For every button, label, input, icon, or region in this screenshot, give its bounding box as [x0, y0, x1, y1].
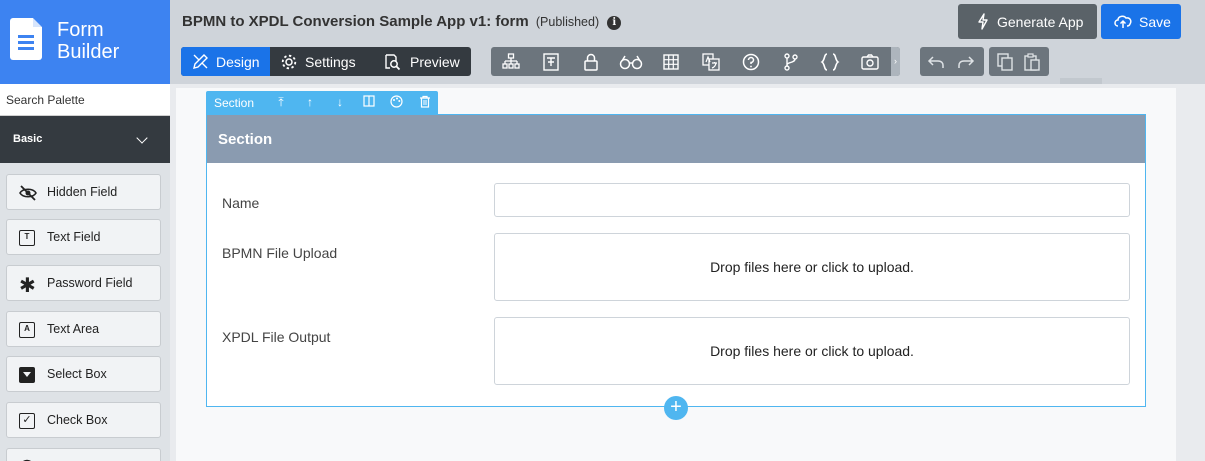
- tab-design[interactable]: Design: [181, 47, 270, 76]
- field-label-bpmn-upload: BPMN File Upload: [222, 245, 338, 261]
- help-icon[interactable]: [741, 52, 761, 72]
- select-box-icon: [19, 367, 35, 383]
- braces-icon[interactable]: [819, 52, 841, 72]
- right-rail: [1176, 84, 1205, 461]
- lock-icon[interactable]: [581, 52, 601, 72]
- mode-tabs: Design Settings Preview: [181, 47, 471, 76]
- palette-item-select-box[interactable]: Select Box: [6, 356, 161, 392]
- palette-item-hidden-field[interactable]: Hidden Field: [6, 174, 161, 210]
- palette-item-label: Select Box: [47, 367, 107, 381]
- copy-icon[interactable]: [995, 52, 1015, 72]
- form-document-icon: [10, 18, 42, 60]
- status-badge: (Published): [535, 15, 600, 29]
- branch-icon[interactable]: [781, 52, 801, 72]
- text-field-icon: T: [19, 230, 35, 246]
- move-to-top-icon[interactable]: ⤒: [274, 95, 288, 109]
- palette-item-password-field[interactable]: ✱ Password Field: [6, 265, 161, 301]
- top-bar: BPMN to XPDL Conversion Sample App v1: f…: [170, 0, 1205, 84]
- eye-slash-icon: [19, 185, 37, 201]
- topbar-divider: [1060, 78, 1102, 84]
- form-title: BPMN to XPDL Conversion Sample App v1: f…: [182, 13, 529, 30]
- palette-item-label: Check Box: [47, 413, 108, 427]
- palette-item-text-area[interactable]: A Text Area: [6, 311, 161, 347]
- palette-item-text-field[interactable]: T Text Field: [6, 219, 161, 255]
- lightning-icon: [978, 13, 988, 30]
- tab-preview[interactable]: Preview: [370, 47, 471, 76]
- columns-icon[interactable]: [362, 95, 376, 109]
- gear-icon: [281, 54, 297, 70]
- section-toolbar-label: Section: [214, 96, 255, 110]
- save-label: Save: [1139, 14, 1171, 30]
- copy-paste-group: [989, 47, 1049, 76]
- section-toolbar: Section ⤒ ↑ ↓: [206, 91, 438, 114]
- tab-design-label: Design: [216, 54, 260, 70]
- palette-item-radio[interactable]: [6, 448, 161, 461]
- preview-magnifier-icon: [385, 54, 401, 71]
- undo-icon[interactable]: [926, 52, 946, 72]
- check-box-icon: ✓: [19, 413, 35, 429]
- tool-bar: ›: [491, 47, 900, 76]
- arrow-down-icon[interactable]: ↓: [333, 95, 347, 109]
- palette-item-label: Hidden Field: [47, 185, 118, 199]
- section-header: Section: [207, 115, 1145, 163]
- camera-icon[interactable]: [860, 52, 880, 72]
- brand-title-line2: Builder: [57, 41, 120, 63]
- palette-item-label: Text Area: [47, 322, 100, 336]
- tab-settings[interactable]: Settings: [270, 47, 370, 76]
- palette-item-label: Text Field: [47, 230, 101, 244]
- undo-redo-group: [920, 47, 984, 76]
- tab-settings-label: Settings: [305, 54, 356, 70]
- search-palette-input[interactable]: [0, 84, 170, 116]
- tab-preview-label: Preview: [410, 54, 460, 70]
- xpdl-file-dropzone[interactable]: Drop files here or click to upload.: [494, 317, 1130, 385]
- add-section-button[interactable]: +: [664, 396, 688, 420]
- brand-title-line1: Form: [57, 19, 104, 41]
- brand-title: Form Builder: [57, 19, 119, 63]
- palette-item-label: Password Field: [47, 276, 133, 290]
- cloud-upload-icon: [1114, 15, 1132, 28]
- arrow-up-icon[interactable]: ↑: [303, 95, 317, 109]
- chevron-down-icon: [136, 132, 148, 144]
- text-area-icon: A: [19, 322, 35, 338]
- palette-group-basic[interactable]: Basic: [0, 116, 170, 163]
- bpmn-file-dropzone[interactable]: Drop files here or click to upload.: [494, 233, 1130, 301]
- generate-app-label: Generate App: [997, 14, 1084, 30]
- binoculars-icon[interactable]: [619, 52, 643, 72]
- palette-style-icon[interactable]: [389, 95, 403, 109]
- redo-icon[interactable]: [956, 52, 976, 72]
- save-button[interactable]: Save: [1101, 4, 1181, 39]
- toolbar-scroll-right[interactable]: ›: [891, 47, 900, 76]
- name-input[interactable]: [494, 183, 1130, 217]
- field-label-name: Name: [222, 195, 260, 211]
- tree-icon[interactable]: [501, 52, 521, 72]
- page-title: BPMN to XPDL Conversion Sample App v1: f…: [182, 13, 622, 30]
- paste-icon[interactable]: [1022, 52, 1042, 72]
- palette-list: Hidden Field T Text Field ✱ Password Fie…: [0, 163, 170, 461]
- trash-icon[interactable]: [418, 95, 432, 109]
- form-fields-icon[interactable]: [541, 52, 561, 72]
- brand-header: Form Builder: [0, 0, 170, 84]
- translate-icon[interactable]: [701, 52, 721, 72]
- palette-group-label: Basic: [13, 133, 43, 145]
- palette-item-check-box[interactable]: ✓ Check Box: [6, 402, 161, 438]
- info-icon[interactable]: i: [607, 16, 622, 30]
- generate-app-button[interactable]: Generate App: [958, 4, 1097, 39]
- grid-icon[interactable]: [661, 52, 681, 72]
- design-pencil-ruler-icon: [193, 54, 208, 69]
- asterisk-icon: ✱: [19, 275, 36, 297]
- field-label-xpdl-output: XPDL File Output: [222, 329, 331, 345]
